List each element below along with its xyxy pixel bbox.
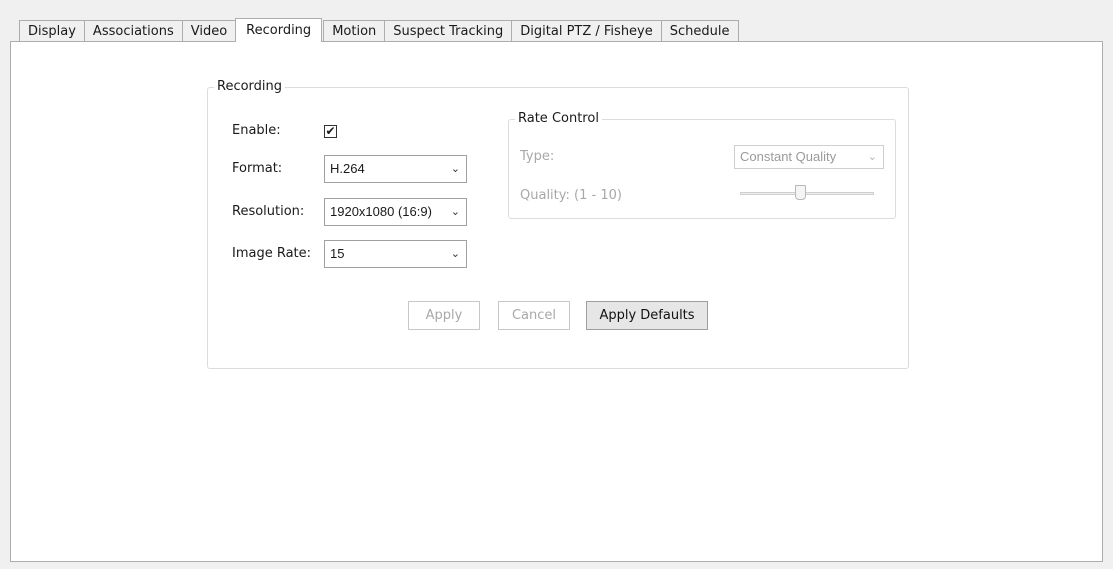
- tab-display[interactable]: Display: [19, 20, 85, 42]
- tab-recording[interactable]: Recording: [235, 18, 323, 42]
- apply-button[interactable]: Apply: [408, 301, 480, 330]
- resolution-select-value: 1920x1080 (16:9): [330, 204, 432, 219]
- apply-defaults-button[interactable]: Apply Defaults: [586, 301, 708, 330]
- resolution-select[interactable]: 1920x1080 (16:9) ⌄: [324, 198, 467, 226]
- cancel-button[interactable]: Cancel: [498, 301, 570, 330]
- quality-label: Quality: (1 - 10): [520, 188, 622, 203]
- enable-label: Enable:: [232, 123, 281, 138]
- tab-motion[interactable]: Motion: [323, 20, 386, 42]
- tab-video[interactable]: Video: [181, 20, 237, 42]
- format-select[interactable]: H.264 ⌄: [324, 155, 467, 183]
- recording-group-title: Recording: [214, 78, 286, 96]
- quality-slider[interactable]: [740, 185, 874, 201]
- chevron-down-icon: ⌄: [450, 163, 460, 175]
- tab-associations[interactable]: Associations: [83, 20, 183, 42]
- rate-type-label: Type:: [520, 149, 555, 164]
- chevron-down-icon: ⌄: [450, 206, 460, 218]
- chevron-down-icon: ⌄: [867, 151, 877, 163]
- rate-type-select-value: Constant Quality: [740, 149, 837, 164]
- image-rate-select[interactable]: 15 ⌄: [324, 240, 467, 268]
- rate-type-select[interactable]: Constant Quality ⌄: [734, 145, 884, 169]
- enable-checkbox[interactable]: ✔: [324, 125, 337, 138]
- format-select-value: H.264: [330, 161, 365, 176]
- quality-slider-thumb[interactable]: [795, 185, 806, 200]
- format-label: Format:: [232, 161, 283, 176]
- tab-digital-ptz-fisheye[interactable]: Digital PTZ / Fisheye: [511, 20, 662, 42]
- resolution-label: Resolution:: [232, 204, 305, 219]
- tab-suspect-tracking[interactable]: Suspect Tracking: [384, 20, 513, 42]
- chevron-down-icon: ⌄: [450, 248, 460, 260]
- image-rate-select-value: 15: [330, 246, 345, 261]
- recording-tab-panel: Recording Enable: ✔ Format: H.264 ⌄ Reso…: [10, 41, 1103, 562]
- rate-control-group-title: Rate Control: [515, 110, 602, 128]
- quality-slider-track: [740, 192, 874, 195]
- tab-schedule[interactable]: Schedule: [660, 20, 739, 42]
- image-rate-label: Image Rate:: [232, 246, 312, 261]
- tab-strip: Display Associations Video Recording Mot…: [19, 18, 739, 42]
